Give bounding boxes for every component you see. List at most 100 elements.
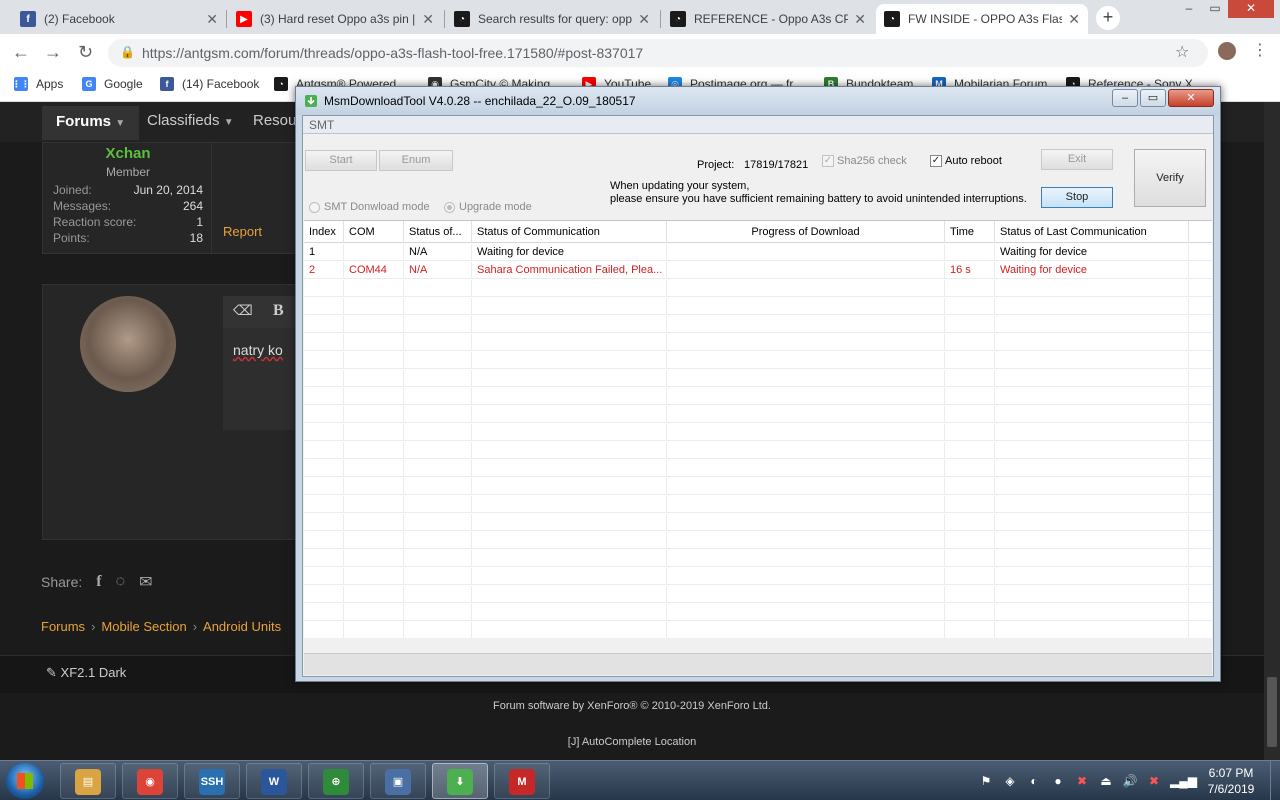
enum-button[interactable]: Enum — [379, 150, 453, 171]
page-scrollbar[interactable] — [1264, 102, 1280, 760]
sha256-check-checkbox[interactable]: ✓ — [822, 155, 834, 167]
browser-tab[interactable]: ◔ REFERENCE - Oppo A3s CPH ✕ — [662, 4, 874, 34]
tray-ime-icon[interactable]: ◐ — [1026, 773, 1042, 789]
close-tab-icon[interactable]: ✕ — [638, 11, 650, 28]
msm-minimize-button[interactable]: – — [1112, 89, 1138, 107]
browser-tab[interactable]: f (2) Facebook ✕ — [12, 4, 226, 34]
nav-forums[interactable]: Forums ▼ — [42, 106, 140, 140]
stop-button[interactable]: Stop — [1041, 187, 1113, 208]
bookmark-item[interactable]: f (14) Facebook — [160, 77, 259, 91]
column-header[interactable]: COM — [344, 221, 404, 243]
system-tray: ⚑ ◈ ◐ ● ✖ ⏏ 🔊 ✖ ▂▄▆ — [978, 769, 1197, 793]
close-tab-icon[interactable]: ✕ — [422, 11, 434, 28]
style-chooser-link[interactable]: ✎ XF2.1 Dark — [46, 665, 126, 681]
bookmark-item[interactable]: G Google — [82, 77, 143, 91]
breadcrumb-item[interactable]: Mobile Section — [101, 619, 186, 634]
nav-resources[interactable]: Resou — [253, 112, 296, 129]
new-tab-button[interactable]: + — [1096, 6, 1120, 30]
msm-title-bar[interactable]: MsmDownloadTool V4.0.28 -- enchilada_22_… — [296, 87, 1220, 115]
show-desktop-button[interactable] — [1270, 761, 1280, 800]
facebook-icon[interactable]: f — [96, 573, 101, 591]
column-header[interactable]: Index — [304, 221, 344, 243]
cell-progress — [667, 316, 945, 333]
profile-avatar[interactable] — [1218, 42, 1236, 60]
tray-flag-icon[interactable]: ⚑ — [978, 773, 994, 789]
bookmark-star-icon[interactable]: ☆ — [1175, 42, 1189, 62]
report-link[interactable]: Report — [223, 224, 262, 239]
close-tab-icon[interactable]: ✕ — [206, 11, 218, 28]
empty-table-row — [304, 334, 1212, 351]
signal-icon[interactable]: ▂▄▆ — [1170, 773, 1197, 789]
msm-maximize-button[interactable]: ▭ — [1140, 89, 1166, 107]
project-value: 17819/17821 — [744, 159, 809, 171]
reply-editor[interactable]: natry ko — [223, 328, 303, 430]
column-header[interactable]: Progress of Download — [667, 221, 945, 243]
tab-smt[interactable]: SMT — [303, 116, 1213, 134]
tray-usb-icon[interactable]: ⏏ — [1098, 773, 1114, 789]
forward-arrow-icon[interactable]: → — [44, 42, 62, 63]
cell-com — [344, 460, 404, 477]
taskbar-app-download[interactable]: ⬇ — [432, 763, 488, 799]
bold-button[interactable]: B — [273, 302, 284, 320]
reload-icon[interactable]: ↻ — [78, 42, 93, 63]
taskbar-app-smartflash[interactable]: M — [494, 763, 550, 799]
whatsapp-icon[interactable]: ◌ — [116, 573, 126, 591]
auto-reboot-label: Auto reboot — [945, 155, 1002, 167]
taskbar-app-chrome[interactable]: ◉ — [122, 763, 178, 799]
cell-communication — [472, 316, 667, 333]
clock-time: 6:07 PM — [1208, 766, 1254, 780]
close-tab-icon[interactable]: ✕ — [1068, 11, 1080, 28]
column-header[interactable]: Time — [945, 221, 995, 243]
network-error-icon[interactable]: ✖ — [1146, 773, 1162, 789]
email-icon[interactable]: ✉ — [139, 572, 152, 592]
taskbar-app-ssh[interactable]: SSH — [184, 763, 240, 799]
column-header[interactable]: Status of Communication — [472, 221, 667, 243]
antgsm-icon: ◔ — [670, 11, 686, 27]
verify-button[interactable]: Verify — [1134, 149, 1206, 207]
browser-tab[interactable]: ◔ FW INSIDE - OPPO A3s Flash ✕ — [876, 4, 1088, 34]
breadcrumb-item[interactable]: Android Units — [203, 619, 281, 634]
smt-download-mode-radio[interactable] — [309, 202, 320, 213]
start-button[interactable] — [6, 763, 44, 799]
bookmark-item[interactable]: ⋮⋮ Apps — [12, 77, 63, 91]
browser-menu-icon[interactable]: ⋮ — [1252, 40, 1268, 60]
msm-close-button[interactable]: ✕ — [1168, 89, 1214, 107]
tray-media-icon[interactable]: ● — [1050, 773, 1066, 789]
table-row[interactable]: 2 COM44 N/A Sahara Communication Failed, Pl… — [304, 262, 1212, 279]
back-arrow-icon[interactable]: ← — [12, 42, 30, 63]
cell-index — [304, 622, 344, 638]
taskbar-app-network[interactable]: ⊕ — [308, 763, 364, 799]
upgrade-mode-radio[interactable] — [444, 202, 455, 213]
browser-minimize-button[interactable]: ‒ — [1176, 0, 1202, 18]
browser-maximize-button[interactable]: ▭ — [1202, 0, 1228, 18]
tray-security-icon[interactable]: ✖ — [1074, 773, 1090, 789]
taskbar-app-word[interactable]: W — [246, 763, 302, 799]
browser-close-button[interactable]: ✕ — [1228, 0, 1274, 18]
breadcrumb-item[interactable]: Forums — [41, 619, 85, 634]
column-header[interactable]: Status of... — [404, 221, 472, 243]
taskbar-app-computer[interactable]: ▣ — [370, 763, 426, 799]
eraser-icon[interactable]: ⌫ — [233, 302, 253, 319]
close-tab-icon[interactable]: ✕ — [854, 11, 866, 28]
start-button[interactable]: Start — [305, 150, 377, 171]
scrollbar-thumb[interactable] — [1267, 677, 1277, 747]
url-text[interactable]: https://antgsm.com/forum/threads/oppo-a3… — [142, 45, 643, 61]
msm-client-area: SMT Start Enum Project: 17819/17821 ✓ Sh… — [302, 115, 1214, 677]
auto-reboot-checkbox[interactable]: ✓ — [930, 155, 942, 167]
cell-progress — [667, 352, 945, 369]
volume-icon[interactable]: 🔊 — [1122, 773, 1138, 789]
nav-classifieds[interactable]: Classifieds ▼ — [147, 112, 234, 129]
username[interactable]: Xchan — [43, 145, 213, 162]
cell-time — [945, 352, 995, 369]
browser-tab[interactable]: ▶ (3) Hard reset Oppo a3s pin | ✕ — [228, 4, 442, 34]
browser-toolbar: ← → ↻ 🔒 https://antgsm.com/forum/threads… — [0, 34, 1280, 70]
table-row[interactable]: 1 N/A Waiting for device Waiting for device — [304, 244, 1212, 261]
column-header[interactable]: Status of Last Communication — [995, 221, 1189, 243]
tray-network-icon[interactable]: ◈ — [1002, 773, 1018, 789]
address-bar[interactable]: 🔒 https://antgsm.com/forum/threads/oppo-… — [108, 39, 1208, 67]
cell-last-communication — [995, 532, 1189, 549]
taskbar-app-explorer[interactable]: ▤ — [60, 763, 116, 799]
browser-tab[interactable]: ◔ Search results for query: opp ✕ — [446, 4, 658, 34]
exit-button[interactable]: Exit — [1041, 149, 1113, 170]
clock[interactable]: 6:07 PM 7/6/2019 — [1196, 765, 1266, 797]
